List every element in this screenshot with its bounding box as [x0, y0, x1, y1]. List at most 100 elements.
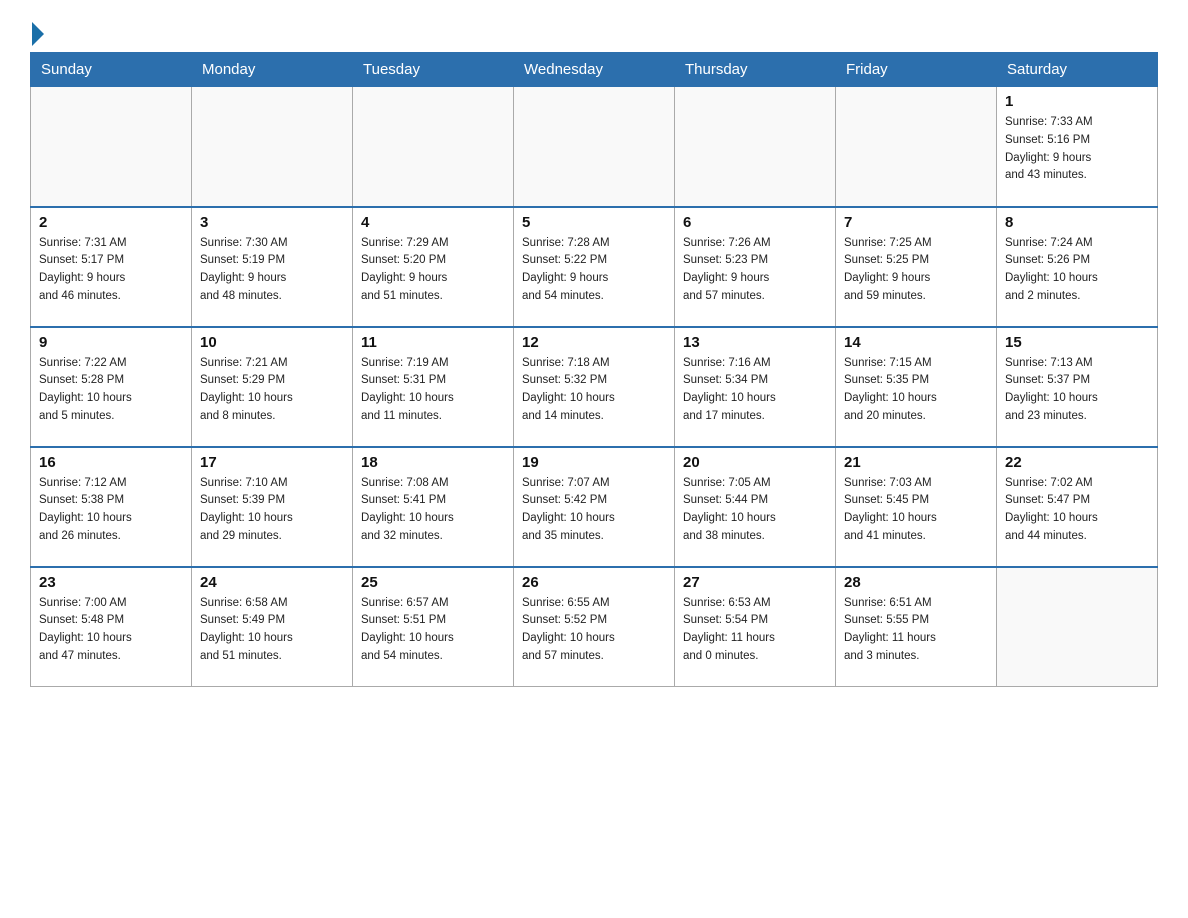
weekday-header-thursday: Thursday [675, 53, 836, 87]
calendar-cell: 5 Sunrise: 7:28 AM Sunset: 5:22 PM Daylig… [514, 207, 675, 327]
day-info: Sunrise: 7:03 AM Sunset: 5:45 PM Dayligh… [844, 475, 988, 546]
day-number: 14 [844, 334, 988, 351]
logo [30, 20, 44, 42]
day-number: 20 [683, 454, 827, 471]
day-number: 22 [1005, 454, 1149, 471]
calendar-cell: 13 Sunrise: 7:16 AM Sunset: 5:34 PM Dayli… [675, 327, 836, 447]
calendar-cell: 28 Sunrise: 6:51 AM Sunset: 5:55 PM Dayli… [836, 567, 997, 687]
calendar-week-row-5: 23Sunrise: 7:00 AM Sunset: 5:48 PM Dayli… [31, 567, 1158, 687]
day-info: Sunrise: 7:12 AM Sunset: 5:38 PM Dayligh… [39, 475, 183, 546]
calendar-cell: 26 Sunrise: 6:55 AM Sunset: 5:52 PM Dayli… [514, 567, 675, 687]
day-info: Sunrise: 7:22 AM Sunset: 5:28 PM Dayligh… [39, 355, 183, 426]
calendar-cell: 25 Sunrise: 6:57 AM Sunset: 5:51 PM Dayli… [353, 567, 514, 687]
calendar-week-row-3: 9 Sunrise: 7:22 AM Sunset: 5:28 PM Daylig… [31, 327, 1158, 447]
calendar-cell: 10 Sunrise: 7:21 AM Sunset: 5:29 PM Dayli… [192, 327, 353, 447]
calendar-cell: 15Sunrise: 7:13 AM Sunset: 5:37 PM Dayli… [997, 327, 1158, 447]
weekday-header-tuesday: Tuesday [353, 53, 514, 87]
day-info: Sunrise: 6:57 AM Sunset: 5:51 PM Dayligh… [361, 595, 505, 666]
day-number: 26 [522, 574, 666, 591]
calendar-cell [836, 87, 997, 207]
day-number: 27 [683, 574, 827, 591]
day-info: Sunrise: 6:53 AM Sunset: 5:54 PM Dayligh… [683, 595, 827, 666]
day-info: Sunrise: 7:28 AM Sunset: 5:22 PM Dayligh… [522, 235, 666, 306]
weekday-header-row: SundayMondayTuesdayWednesdayThursdayFrid… [31, 53, 1158, 87]
calendar-cell: 14 Sunrise: 7:15 AM Sunset: 5:35 PM Dayli… [836, 327, 997, 447]
day-info: Sunrise: 6:55 AM Sunset: 5:52 PM Dayligh… [522, 595, 666, 666]
day-info: Sunrise: 7:07 AM Sunset: 5:42 PM Dayligh… [522, 475, 666, 546]
calendar-week-row-1: 1 Sunrise: 7:33 AM Sunset: 5:16 PM Daylig… [31, 87, 1158, 207]
calendar-cell: 23Sunrise: 7:00 AM Sunset: 5:48 PM Dayli… [31, 567, 192, 687]
day-number: 9 [39, 334, 183, 351]
calendar-cell: 2 Sunrise: 7:31 AM Sunset: 5:17 PM Daylig… [31, 207, 192, 327]
day-number: 13 [683, 334, 827, 351]
calendar-cell: 20 Sunrise: 7:05 AM Sunset: 5:44 PM Dayli… [675, 447, 836, 567]
calendar-cell: 8 Sunrise: 7:24 AM Sunset: 5:26 PM Daylig… [997, 207, 1158, 327]
day-info: Sunrise: 6:51 AM Sunset: 5:55 PM Dayligh… [844, 595, 988, 666]
calendar-cell: 6Sunrise: 7:26 AM Sunset: 5:23 PM Daylig… [675, 207, 836, 327]
day-number: 21 [844, 454, 988, 471]
calendar-cell: 22 Sunrise: 7:02 AM Sunset: 5:47 PM Dayli… [997, 447, 1158, 567]
calendar-cell: 4 Sunrise: 7:29 AM Sunset: 5:20 PM Daylig… [353, 207, 514, 327]
calendar-cell [31, 87, 192, 207]
calendar-cell [192, 87, 353, 207]
day-info: Sunrise: 7:00 AM Sunset: 5:48 PM Dayligh… [39, 595, 183, 666]
calendar-cell: 17Sunrise: 7:10 AM Sunset: 5:39 PM Dayli… [192, 447, 353, 567]
day-number: 1 [1005, 93, 1149, 110]
day-info: Sunrise: 7:08 AM Sunset: 5:41 PM Dayligh… [361, 475, 505, 546]
day-info: Sunrise: 7:30 AM Sunset: 5:19 PM Dayligh… [200, 235, 344, 306]
day-number: 19 [522, 454, 666, 471]
day-info: Sunrise: 7:21 AM Sunset: 5:29 PM Dayligh… [200, 355, 344, 426]
day-number: 10 [200, 334, 344, 351]
day-number: 16 [39, 454, 183, 471]
logo-arrow-icon [32, 22, 44, 46]
day-info: Sunrise: 7:18 AM Sunset: 5:32 PM Dayligh… [522, 355, 666, 426]
day-number: 17 [200, 454, 344, 471]
day-info: Sunrise: 7:33 AM Sunset: 5:16 PM Dayligh… [1005, 114, 1149, 185]
day-number: 18 [361, 454, 505, 471]
day-number: 28 [844, 574, 988, 591]
calendar-table: SundayMondayTuesdayWednesdayThursdayFrid… [30, 52, 1158, 687]
day-number: 3 [200, 214, 344, 231]
day-info: Sunrise: 7:19 AM Sunset: 5:31 PM Dayligh… [361, 355, 505, 426]
day-info: Sunrise: 7:31 AM Sunset: 5:17 PM Dayligh… [39, 235, 183, 306]
calendar-cell: 16 Sunrise: 7:12 AM Sunset: 5:38 PM Dayli… [31, 447, 192, 567]
calendar-week-row-2: 2 Sunrise: 7:31 AM Sunset: 5:17 PM Daylig… [31, 207, 1158, 327]
calendar-cell: 27 Sunrise: 6:53 AM Sunset: 5:54 PM Dayli… [675, 567, 836, 687]
day-number: 11 [361, 334, 505, 351]
calendar-cell [353, 87, 514, 207]
day-info: Sunrise: 7:24 AM Sunset: 5:26 PM Dayligh… [1005, 235, 1149, 306]
calendar-cell: 11 Sunrise: 7:19 AM Sunset: 5:31 PM Dayli… [353, 327, 514, 447]
day-number: 5 [522, 214, 666, 231]
calendar-cell [997, 567, 1158, 687]
day-info: Sunrise: 7:15 AM Sunset: 5:35 PM Dayligh… [844, 355, 988, 426]
weekday-header-wednesday: Wednesday [514, 53, 675, 87]
page-header [30, 20, 1158, 42]
logo-top [30, 20, 44, 46]
day-info: Sunrise: 7:02 AM Sunset: 5:47 PM Dayligh… [1005, 475, 1149, 546]
day-number: 2 [39, 214, 183, 231]
day-info: Sunrise: 7:16 AM Sunset: 5:34 PM Dayligh… [683, 355, 827, 426]
day-number: 25 [361, 574, 505, 591]
day-number: 24 [200, 574, 344, 591]
weekday-header-saturday: Saturday [997, 53, 1158, 87]
calendar-cell [675, 87, 836, 207]
weekday-header-friday: Friday [836, 53, 997, 87]
calendar-cell: 18 Sunrise: 7:08 AM Sunset: 5:41 PM Dayli… [353, 447, 514, 567]
day-number: 4 [361, 214, 505, 231]
calendar-cell: 24Sunrise: 6:58 AM Sunset: 5:49 PM Dayli… [192, 567, 353, 687]
calendar-cell [514, 87, 675, 207]
day-info: Sunrise: 7:29 AM Sunset: 5:20 PM Dayligh… [361, 235, 505, 306]
weekday-header-monday: Monday [192, 53, 353, 87]
calendar-cell: 21 Sunrise: 7:03 AM Sunset: 5:45 PM Dayli… [836, 447, 997, 567]
day-number: 6 [683, 214, 827, 231]
calendar-cell: 3 Sunrise: 7:30 AM Sunset: 5:19 PM Daylig… [192, 207, 353, 327]
calendar-cell: 1 Sunrise: 7:33 AM Sunset: 5:16 PM Daylig… [997, 87, 1158, 207]
calendar-cell: 9 Sunrise: 7:22 AM Sunset: 5:28 PM Daylig… [31, 327, 192, 447]
weekday-header-sunday: Sunday [31, 53, 192, 87]
day-number: 8 [1005, 214, 1149, 231]
day-info: Sunrise: 7:25 AM Sunset: 5:25 PM Dayligh… [844, 235, 988, 306]
day-info: Sunrise: 7:05 AM Sunset: 5:44 PM Dayligh… [683, 475, 827, 546]
calendar-cell: 7 Sunrise: 7:25 AM Sunset: 5:25 PM Daylig… [836, 207, 997, 327]
calendar-cell: 19 Sunrise: 7:07 AM Sunset: 5:42 PM Dayli… [514, 447, 675, 567]
day-number: 7 [844, 214, 988, 231]
